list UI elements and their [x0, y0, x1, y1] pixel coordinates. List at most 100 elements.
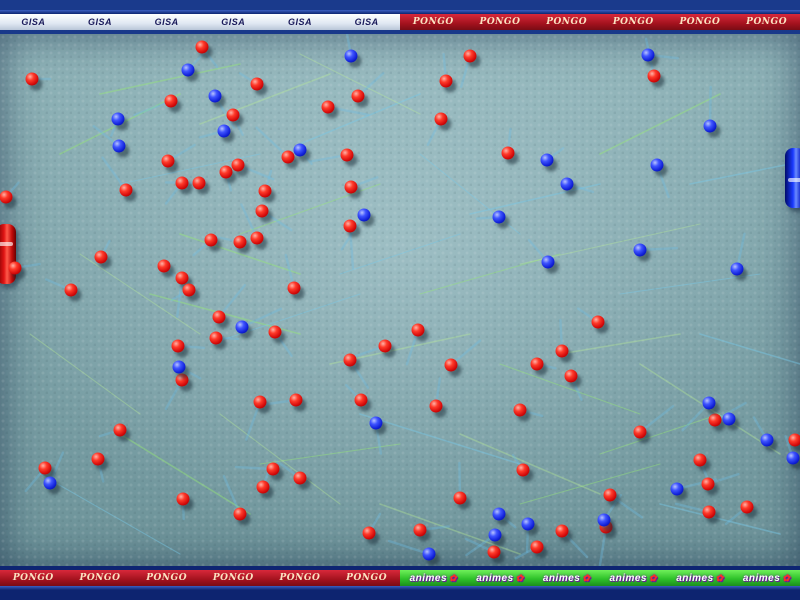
red-ball[interactable] — [788, 433, 800, 447]
blue-ball[interactable] — [369, 416, 383, 430]
blue-ball[interactable] — [722, 412, 736, 426]
red-ball[interactable] — [175, 373, 189, 387]
blue-ball[interactable] — [172, 360, 186, 374]
blue-ball[interactable] — [641, 48, 655, 62]
blue-ball[interactable] — [786, 451, 800, 465]
red-ball[interactable] — [429, 399, 443, 413]
red-ball[interactable] — [693, 453, 707, 467]
red-ball[interactable] — [8, 261, 22, 275]
red-ball[interactable] — [0, 190, 13, 204]
red-ball[interactable] — [647, 69, 661, 83]
blue-ball[interactable] — [488, 528, 502, 542]
red-ball[interactable] — [161, 154, 175, 168]
playing-field[interactable] — [0, 34, 800, 566]
red-ball[interactable] — [233, 235, 247, 249]
red-ball[interactable] — [453, 491, 467, 505]
red-ball[interactable] — [708, 413, 722, 427]
red-ball[interactable] — [253, 395, 267, 409]
red-ball[interactable] — [516, 463, 530, 477]
red-ball[interactable] — [633, 425, 647, 439]
red-ball[interactable] — [175, 176, 189, 190]
red-ball[interactable] — [192, 176, 206, 190]
red-ball[interactable] — [603, 488, 617, 502]
blue-ball[interactable] — [357, 208, 371, 222]
red-ball[interactable] — [513, 403, 527, 417]
blue-ball[interactable] — [540, 153, 554, 167]
blue-ball[interactable] — [112, 139, 126, 153]
red-ball[interactable] — [176, 492, 190, 506]
blue-ball[interactable] — [702, 396, 716, 410]
blue-ball[interactable] — [670, 482, 684, 496]
blue-ball[interactable] — [541, 255, 555, 269]
red-ball[interactable] — [233, 507, 247, 521]
red-ball[interactable] — [702, 505, 716, 519]
red-ball[interactable] — [439, 74, 453, 88]
blue-ball[interactable] — [217, 124, 231, 138]
blue-ball[interactable] — [344, 49, 358, 63]
blue-ball[interactable] — [492, 210, 506, 224]
blue-ball[interactable] — [43, 476, 57, 490]
red-ball[interactable] — [378, 339, 392, 353]
blue-ball[interactable] — [760, 433, 774, 447]
red-ball[interactable] — [340, 148, 354, 162]
red-ball[interactable] — [530, 357, 544, 371]
red-ball[interactable] — [171, 339, 185, 353]
red-ball[interactable] — [209, 331, 223, 345]
red-ball[interactable] — [25, 72, 39, 86]
red-ball[interactable] — [250, 231, 264, 245]
blue-ball[interactable] — [730, 262, 744, 276]
blue-ball[interactable] — [422, 547, 436, 561]
blue-ball[interactable] — [650, 158, 664, 172]
red-ball[interactable] — [91, 452, 105, 466]
red-ball[interactable] — [501, 146, 515, 160]
red-ball[interactable] — [119, 183, 133, 197]
red-ball[interactable] — [344, 180, 358, 194]
red-ball[interactable] — [413, 523, 427, 537]
red-ball[interactable] — [281, 150, 295, 164]
red-ball[interactable] — [434, 112, 448, 126]
red-ball[interactable] — [258, 184, 272, 198]
red-ball[interactable] — [64, 283, 78, 297]
red-ball[interactable] — [175, 271, 189, 285]
blue-ball[interactable] — [208, 89, 222, 103]
red-ball[interactable] — [555, 524, 569, 538]
red-ball[interactable] — [343, 219, 357, 233]
blue-ball[interactable] — [703, 119, 717, 133]
red-ball[interactable] — [182, 283, 196, 297]
red-ball[interactable] — [255, 204, 269, 218]
blue-ball[interactable] — [235, 320, 249, 334]
red-ball[interactable] — [289, 393, 303, 407]
red-ball[interactable] — [740, 500, 754, 514]
red-ball[interactable] — [463, 49, 477, 63]
blue-ball[interactable] — [633, 243, 647, 257]
red-ball[interactable] — [195, 40, 209, 54]
blue-ball[interactable] — [181, 63, 195, 77]
blue-ball[interactable] — [492, 507, 506, 521]
red-ball[interactable] — [38, 461, 52, 475]
red-ball[interactable] — [530, 540, 544, 554]
red-ball[interactable] — [362, 526, 376, 540]
red-ball[interactable] — [444, 358, 458, 372]
red-ball[interactable] — [321, 100, 335, 114]
red-ball[interactable] — [351, 89, 365, 103]
red-ball[interactable] — [256, 480, 270, 494]
red-ball[interactable] — [411, 323, 425, 337]
blue-ball[interactable] — [521, 517, 535, 531]
red-ball[interactable] — [204, 233, 218, 247]
red-ball[interactable] — [487, 545, 501, 559]
red-ball[interactable] — [113, 423, 127, 437]
red-ball[interactable] — [564, 369, 578, 383]
red-ball[interactable] — [250, 77, 264, 91]
red-ball[interactable] — [268, 325, 282, 339]
red-ball[interactable] — [701, 477, 715, 491]
red-ball[interactable] — [94, 250, 108, 264]
red-ball[interactable] — [293, 471, 307, 485]
red-ball[interactable] — [266, 462, 280, 476]
red-ball[interactable] — [226, 108, 240, 122]
red-ball[interactable] — [591, 315, 605, 329]
blue-ball[interactable] — [293, 143, 307, 157]
red-ball[interactable] — [343, 353, 357, 367]
red-ball[interactable] — [219, 165, 233, 179]
red-ball[interactable] — [164, 94, 178, 108]
red-ball[interactable] — [555, 344, 569, 358]
